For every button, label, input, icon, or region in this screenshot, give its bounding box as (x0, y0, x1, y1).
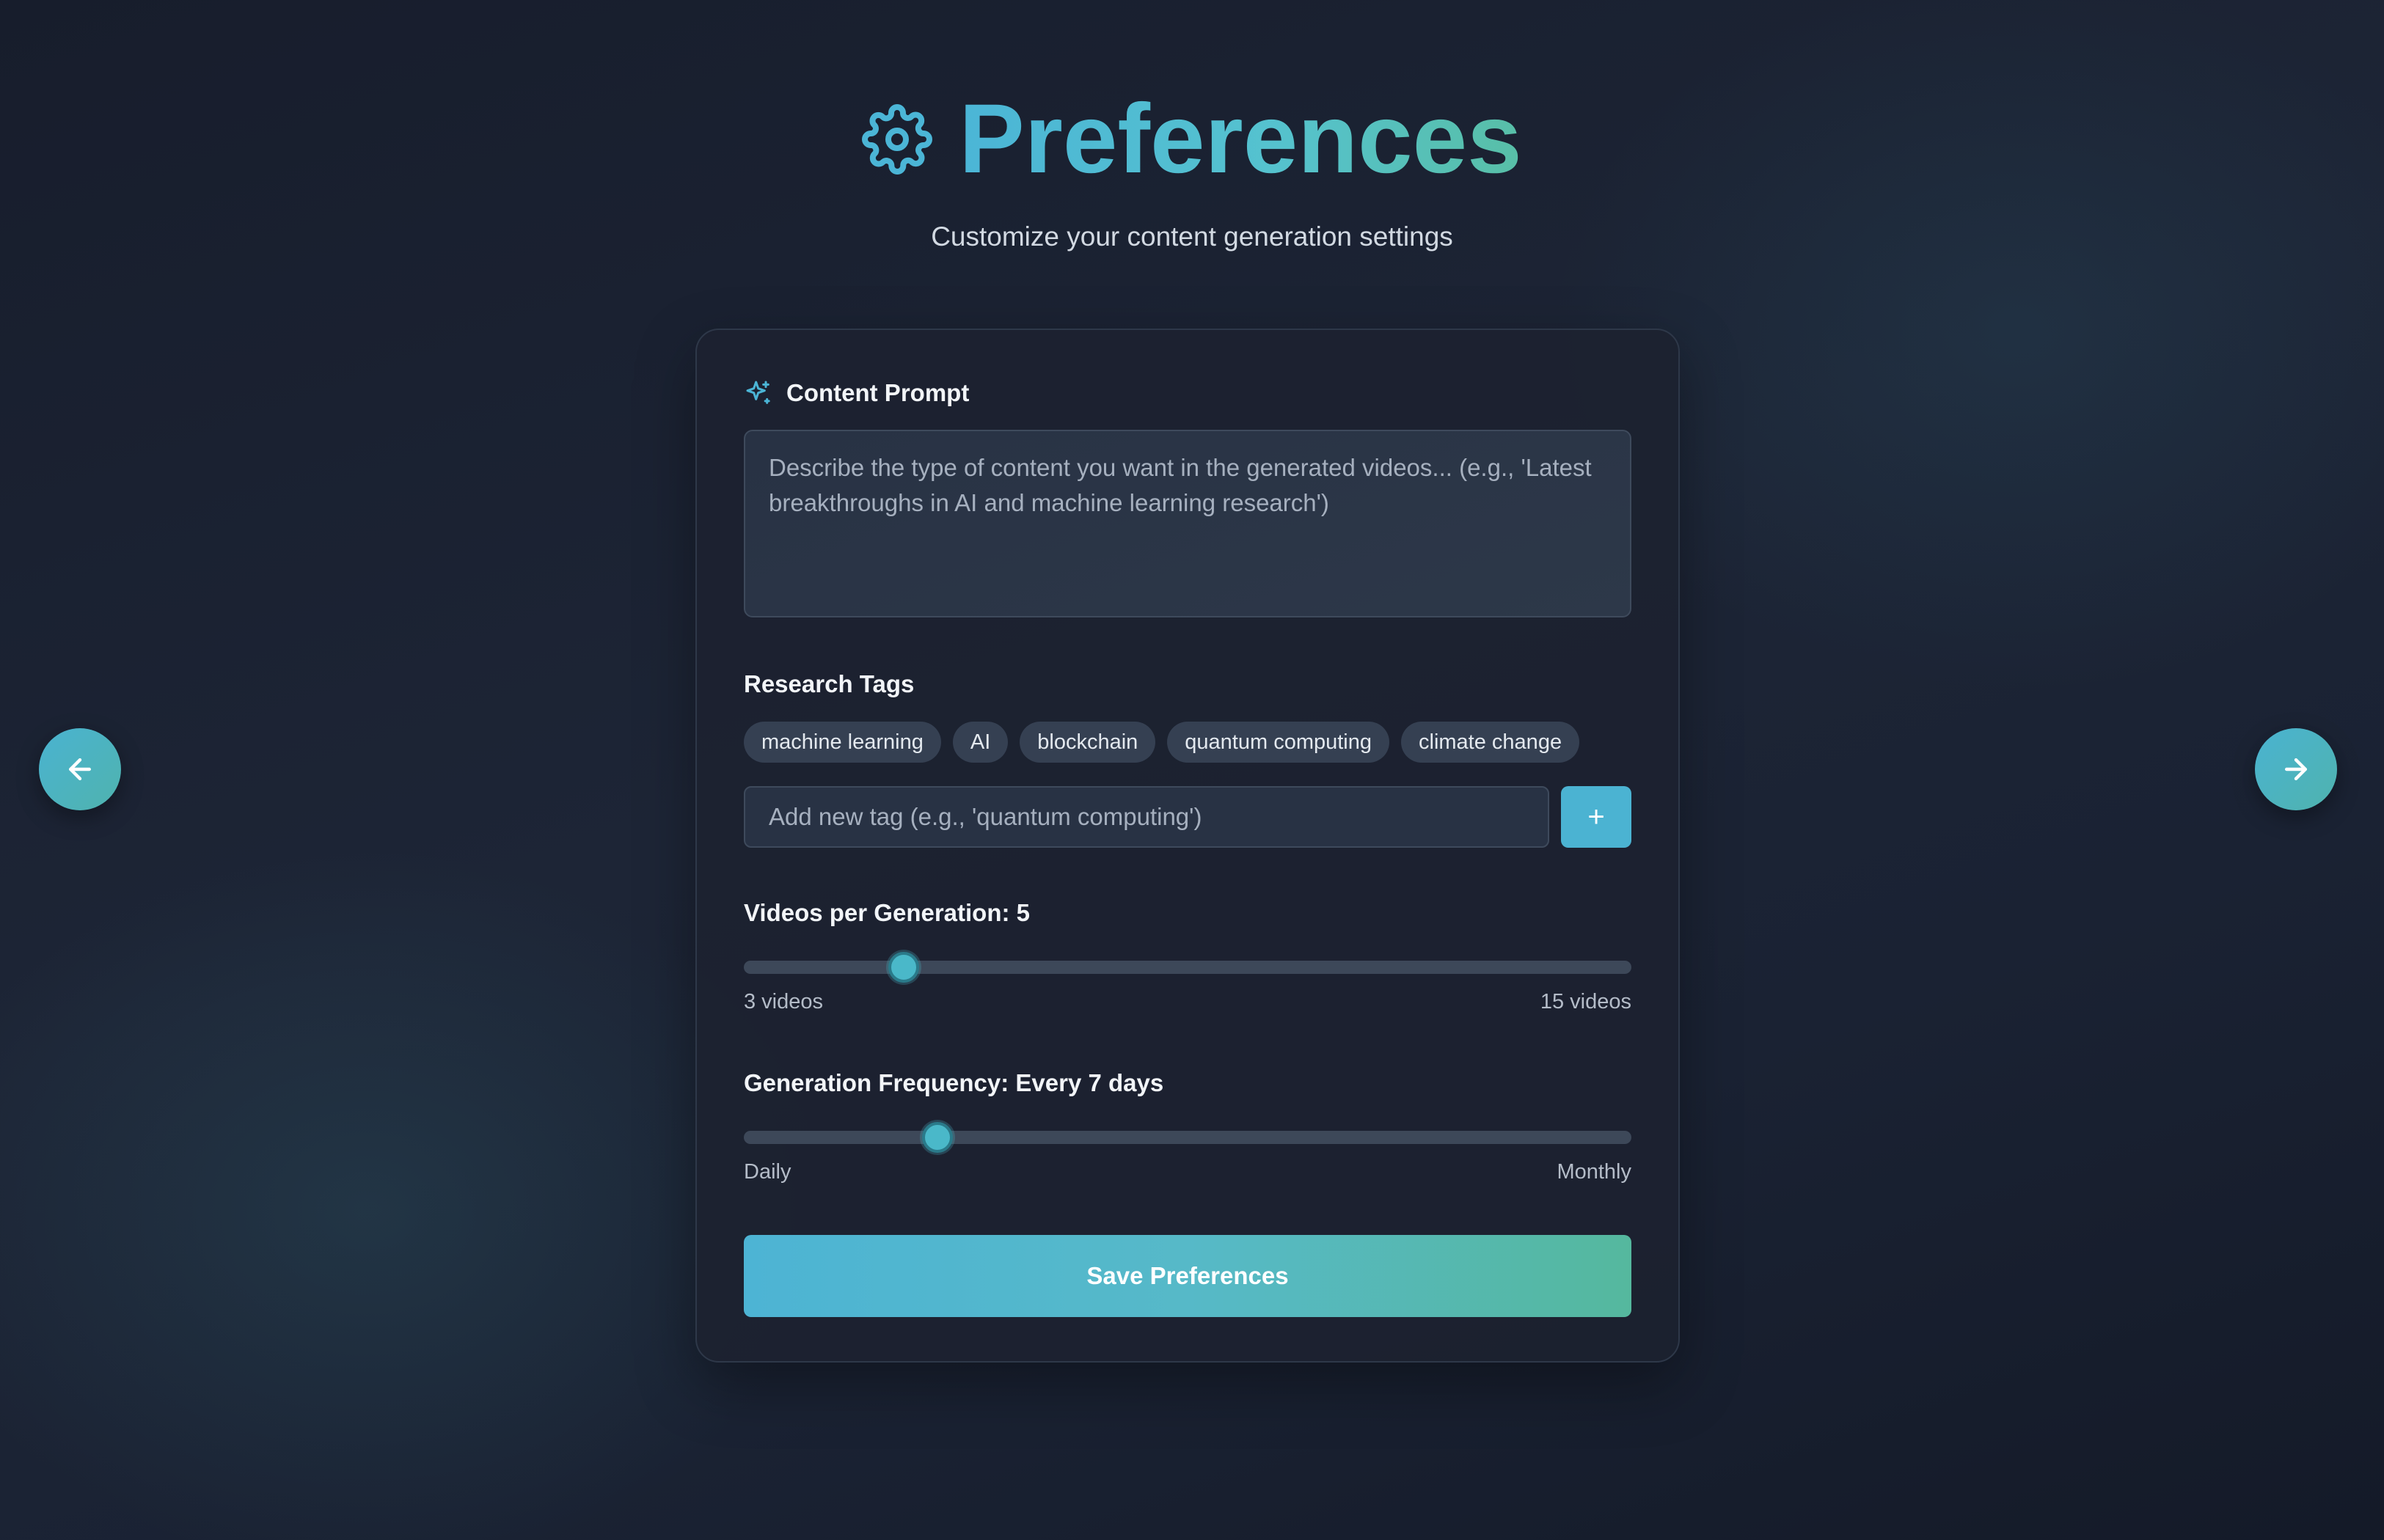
videos-per-generation-slider[interactable] (744, 952, 1631, 983)
sparkle-icon (744, 378, 773, 408)
videos-per-generation-label: Videos per Generation: 5 (744, 899, 1031, 926)
add-tag-row: Add new tag (e.g., 'quantum computing') … (744, 786, 1631, 848)
arrow-left-icon (68, 758, 92, 781)
videos-min-label: 3 videos (744, 990, 824, 1013)
title-row: Preferences (0, 81, 2384, 198)
tag-chip[interactable]: quantum computing (1167, 722, 1390, 763)
research-tags-list: machine learning AI blockchain quantum c… (744, 722, 1631, 763)
videos-slider-thumb[interactable] (888, 952, 919, 983)
new-tag-input[interactable]: Add new tag (e.g., 'quantum computing') (744, 786, 1549, 848)
generation-frequency-label: Generation Frequency: Every 7 days (744, 1069, 1164, 1096)
generation-frequency-slider[interactable] (744, 1122, 1631, 1153)
frequency-max-label: Monthly (1557, 1160, 1631, 1184)
add-tag-button[interactable]: + (1561, 786, 1631, 848)
page-subtitle: Customize your content generation settin… (931, 221, 1453, 252)
tag-chip[interactable]: machine learning (744, 722, 941, 763)
save-preferences-button[interactable]: Save Preferences (744, 1235, 1631, 1317)
arrow-right-icon (2284, 758, 2308, 781)
tag-chip[interactable]: blockchain (1020, 722, 1156, 763)
frequency-min-label: Daily (744, 1160, 791, 1184)
content-prompt-textarea[interactable]: Describe the type of content you want in… (744, 430, 1631, 617)
tag-chip[interactable]: climate change (1401, 722, 1580, 763)
tag-chip[interactable]: AI (952, 722, 1009, 763)
research-tags-label: Research Tags (744, 670, 915, 697)
preferences-card: Content Prompt Describe the type of cont… (695, 329, 1680, 1363)
frequency-range-labels: Daily Monthly (744, 1160, 1631, 1184)
next-button[interactable] (2255, 728, 2337, 810)
content-prompt-header: Content Prompt (744, 378, 1631, 408)
previous-button[interactable] (39, 728, 121, 810)
videos-max-label: 15 videos (1540, 990, 1631, 1013)
page-title: Preferences (959, 81, 1521, 198)
frequency-slider-thumb[interactable] (922, 1122, 953, 1153)
gear-icon (862, 104, 933, 175)
page-header: Preferences Customize your content gener… (0, 81, 2384, 252)
videos-range-labels: 3 videos 15 videos (744, 990, 1631, 1014)
content-prompt-label: Content Prompt (786, 379, 970, 406)
